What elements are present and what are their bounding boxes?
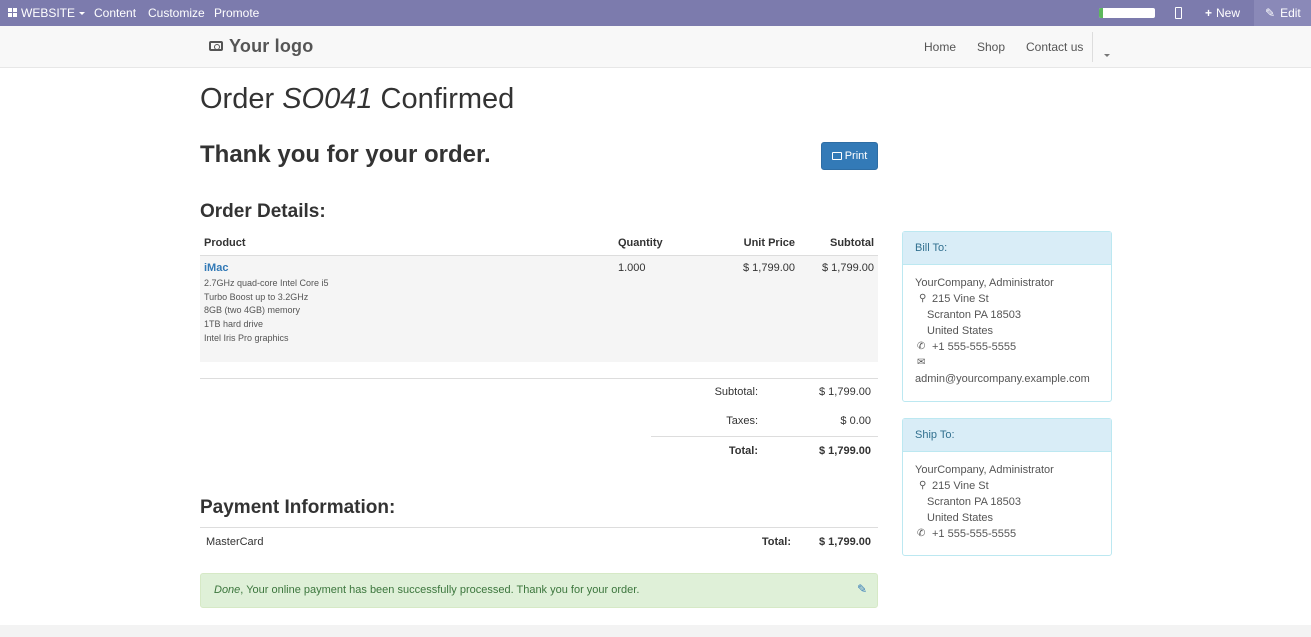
nav-shop[interactable]: Shop [977,40,1005,54]
edit-button[interactable]: ✎ Edit [1254,0,1311,26]
content-menu[interactable]: Content [94,0,136,26]
summary-taxes-value: $ 0.00 [840,415,871,427]
envelope-icon: ✉ [917,357,926,368]
product-link[interactable]: iMac [204,262,228,274]
product-spec-line: Turbo Boost up to 3.2GHz [204,291,309,302]
payment-status-word: Done [214,584,241,596]
alert-message: Done, Your online payment has been succe… [214,584,639,596]
bill-to-panel: Bill To: YourCompany, Administrator ⚲ 21… [902,231,1112,402]
summary-subtotal-label: Subtotal: [714,386,758,398]
summary-total-value: $ 1,799.00 [819,445,871,457]
product-spec-line: 2.7GHz quad-core Intel Core i5 [204,278,329,288]
chevron-down-icon [79,12,86,15]
summary-total-divider [651,436,878,437]
printer-icon [831,152,842,160]
plus-icon: + [1205,6,1213,20]
ship-to-name: YourCompany, Administrator [915,464,1054,476]
bill-to-phone: +1 555-555-5555 [932,341,1017,353]
payment-total-value: $ 1,799.00 [819,536,871,548]
product-description: 2.7GHz quad-core Intel Core i5 Turbo Boo… [204,277,329,346]
summary-total-label: Total: [728,445,758,457]
bill-to-email: admin@yourcompany.example.com [915,373,1090,385]
site-navbar: Your logo Home Shop Contact us [0,26,1311,68]
product-spec-line: Intel Iris Pro graphics [204,332,289,343]
nav-divider [1092,32,1093,62]
payment-status-message: , Your online payment has been successfu… [240,584,640,596]
row-quantity: 1.000 [618,262,646,274]
payment-info-heading: Payment Information: [200,497,396,518]
column-header-subtotal: Subtotal [830,237,874,249]
website-menu-label: WEBSITE [21,6,76,20]
row-unit-price: $ 1,799.00 [743,262,795,274]
footer-strip [0,625,1311,637]
summary-subtotal-value: $ 1,799.00 [819,386,871,398]
nav-contact-us[interactable]: Contact us [1026,40,1083,54]
payment-method: MasterCard [206,536,264,548]
ship-to-phone: +1 555-555-5555 [932,528,1017,540]
page-title: Order SO041 Confirmed [200,83,514,116]
title-prefix: Order [200,83,283,115]
edit-button-label: Edit [1280,6,1301,20]
ship-to-heading: Ship To: [903,419,1111,452]
phone-icon: ✆ [917,528,926,539]
pencil-icon: ✎ [1265,6,1276,20]
nav-home[interactable]: Home [924,40,956,54]
bill-to-city: Scranton PA 18503 [927,309,1021,321]
chevron-down-icon [1104,54,1110,57]
column-header-unit-price: Unit Price [743,237,795,249]
site-logo[interactable]: Your logo [209,36,313,57]
order-number: SO041 [282,83,373,115]
new-button[interactable]: + New [1205,0,1240,26]
product-spec-line: 8GB (two 4GB) memory [204,305,301,316]
logo-text: Your logo [229,36,314,56]
website-menu[interactable]: WEBSITE [8,0,86,26]
apps-grid-icon [8,8,18,18]
progress-fill [1099,8,1104,18]
bill-to-country: United States [927,325,994,337]
column-header-quantity: Quantity [618,237,663,249]
onboarding-progress-bar[interactable] [1099,8,1155,18]
ship-to-panel: Ship To: YourCompany, Administrator ⚲ 21… [902,418,1112,556]
summary-taxes-label: Taxes: [726,415,758,427]
ship-to-country: United States [927,512,994,524]
payment-success-alert: Done, Your online payment has been succe… [200,573,878,608]
pencil-icon[interactable]: ✎ [857,582,867,596]
print-button-label: Print [844,150,868,162]
camera-icon [209,41,223,51]
column-header-product: Product [204,237,246,249]
title-suffix: Confirmed [372,83,515,115]
map-marker-icon: ⚲ [919,293,927,304]
payment-divider [200,527,878,528]
bill-to-street: 215 Vine St [932,293,989,305]
row-subtotal: $ 1,799.00 [822,262,874,274]
customize-menu[interactable]: Customize [148,0,205,26]
summary-divider [200,378,878,379]
bill-to-name: YourCompany, Administrator [915,277,1054,289]
ship-to-city: Scranton PA 18503 [927,496,1021,508]
new-button-label: New [1216,6,1241,20]
website-admin-bar: WEBSITE Content Customize Promote + New ✎… [0,0,1311,26]
bill-to-heading: Bill To: [903,232,1111,265]
phone-icon: ✆ [917,341,926,352]
edit-button-content: ✎ Edit [1265,0,1301,26]
promote-menu[interactable]: Promote [214,0,259,26]
mobile-preview-icon[interactable] [1175,7,1182,19]
thank-you-heading: Thank you for your order. [200,141,491,168]
print-button[interactable]: Print [821,142,878,170]
order-details-heading: Order Details: [200,201,326,222]
nav-dropdown-toggle[interactable] [1104,46,1110,60]
product-spec-line: 1TB hard drive [204,319,264,330]
map-marker-icon: ⚲ [919,480,927,491]
ship-to-street: 215 Vine St [932,480,989,492]
